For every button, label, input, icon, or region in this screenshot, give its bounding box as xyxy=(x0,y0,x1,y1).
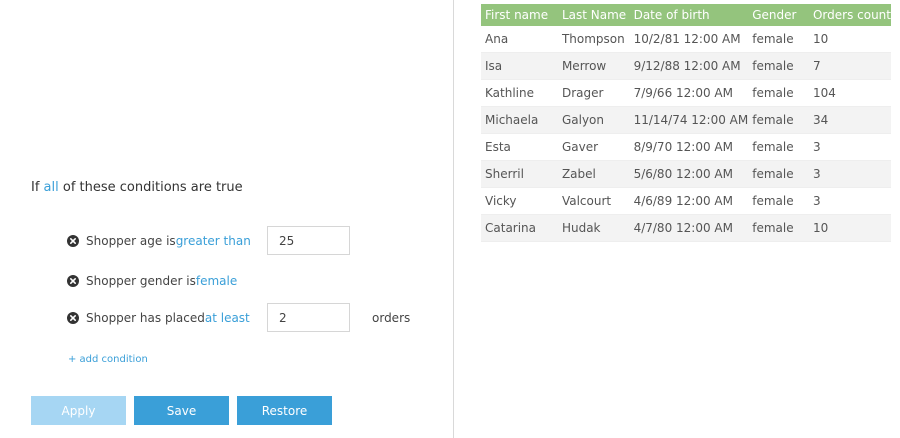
condition-text: Shopper age is xyxy=(86,234,176,248)
cell-date-of-birth: 4/7/80 12:00 AM xyxy=(629,214,749,242)
cell-first-name: Isa xyxy=(481,52,558,80)
conditions-header-prefix: If xyxy=(31,180,44,195)
condition-operator-link[interactable]: greater than xyxy=(176,234,251,248)
cell-date-of-birth: 4/6/89 12:00 AM xyxy=(629,187,749,215)
cell-orders-count: 7 xyxy=(808,52,891,80)
cell-gender: female xyxy=(748,52,809,80)
cell-first-name: Michaela xyxy=(481,106,558,134)
add-condition-link[interactable]: + add condition xyxy=(68,354,148,365)
cell-last-name: Drager xyxy=(557,79,630,107)
cell-last-name: Zabel xyxy=(557,160,630,188)
gender-value-link[interactable]: female xyxy=(196,274,237,288)
table-row[interactable]: Esta Gaver 8/9/70 12:00 AM female 3 xyxy=(481,133,891,161)
cell-orders-count: 10 xyxy=(808,26,891,53)
cell-orders-count: 3 xyxy=(808,187,891,215)
save-button[interactable]: Save xyxy=(134,396,229,425)
table-row[interactable]: Vicky Valcourt 4/6/89 12:00 AM female 3 xyxy=(481,187,891,215)
remove-condition-icon[interactable] xyxy=(67,312,79,324)
cell-last-name: Thompson xyxy=(557,26,630,53)
cell-gender: female xyxy=(748,26,809,53)
condition-text: Shopper has placed xyxy=(86,311,205,325)
remove-condition-icon[interactable] xyxy=(67,275,79,287)
table-row[interactable]: Sherril Zabel 5/6/80 12:00 AM female 3 xyxy=(481,160,891,188)
table-row[interactable]: Michaela Galyon 11/14/74 12:00 AM female… xyxy=(481,106,891,134)
condition-row-gender: Shopper gender is female xyxy=(67,271,237,291)
remove-condition-icon[interactable] xyxy=(67,235,79,247)
cell-gender: female xyxy=(748,187,809,215)
cell-orders-count: 34 xyxy=(808,106,891,134)
column-header-orders-count[interactable]: Orders count xyxy=(808,4,891,26)
cell-gender: female xyxy=(748,133,809,161)
cell-last-name: Gaver xyxy=(557,133,630,161)
restore-button[interactable]: Restore xyxy=(237,396,332,425)
cell-first-name: Kathline xyxy=(481,79,558,107)
cell-date-of-birth: 9/12/88 12:00 AM xyxy=(629,52,749,80)
cell-gender: female xyxy=(748,79,809,107)
cell-gender: female xyxy=(748,106,809,134)
cell-last-name: Galyon xyxy=(557,106,630,134)
column-header-gender[interactable]: Gender xyxy=(748,4,809,26)
cell-date-of-birth: 11/14/74 12:00 AM xyxy=(629,106,749,134)
cell-first-name: Sherril xyxy=(481,160,558,188)
condition-text: Shopper gender is xyxy=(86,274,196,288)
cell-date-of-birth: 8/9/70 12:00 AM xyxy=(629,133,749,161)
cell-date-of-birth: 5/6/80 12:00 AM xyxy=(629,160,749,188)
cell-date-of-birth: 7/9/66 12:00 AM xyxy=(629,79,749,107)
cell-orders-count: 104 xyxy=(808,79,891,107)
shoppers-table: First name Last Name Date of birth Gende… xyxy=(481,4,891,242)
table-row[interactable]: Ana Thompson 10/2/81 12:00 AM female 10 xyxy=(481,26,891,53)
column-header-last-name[interactable]: Last Name xyxy=(557,4,630,26)
cell-first-name: Ana xyxy=(481,26,558,53)
table-row[interactable]: Kathline Drager 7/9/66 12:00 AM female 1… xyxy=(481,79,891,107)
condition-row-age: Shopper age is greater than xyxy=(67,231,251,251)
cell-first-name: Catarina xyxy=(481,214,558,242)
cell-orders-count: 10 xyxy=(808,214,891,242)
cell-last-name: Hudak xyxy=(557,214,630,242)
conditions-header: If all of these conditions are true xyxy=(31,180,243,195)
cell-last-name: Valcourt xyxy=(557,187,630,215)
cell-last-name: Merrow xyxy=(557,52,630,80)
cell-orders-count: 3 xyxy=(808,133,891,161)
cell-date-of-birth: 10/2/81 12:00 AM xyxy=(629,26,749,53)
cell-gender: female xyxy=(748,214,809,242)
condition-row-orders: Shopper has placed at least xyxy=(67,308,250,328)
conditions-header-suffix: of these conditions are true xyxy=(58,180,243,195)
cell-orders-count: 3 xyxy=(808,160,891,188)
apply-button[interactable]: Apply xyxy=(31,396,126,425)
table-header-row: First name Last Name Date of birth Gende… xyxy=(481,4,891,26)
column-header-date-of-birth[interactable]: Date of birth xyxy=(629,4,749,26)
cell-first-name: Vicky xyxy=(481,187,558,215)
table-row[interactable]: Catarina Hudak 4/7/80 12:00 AM female 10 xyxy=(481,214,891,242)
column-header-first-name[interactable]: First name xyxy=(481,4,558,26)
cell-first-name: Esta xyxy=(481,133,558,161)
orders-value-input[interactable] xyxy=(267,303,350,332)
age-value-input[interactable] xyxy=(267,226,350,255)
orders-suffix-label: orders xyxy=(372,311,411,325)
table-row[interactable]: Isa Merrow 9/12/88 12:00 AM female 7 xyxy=(481,52,891,80)
condition-operator-link[interactable]: at least xyxy=(205,311,250,325)
cell-gender: female xyxy=(748,160,809,188)
quantifier-link[interactable]: all xyxy=(44,180,59,195)
panel-divider xyxy=(453,0,454,438)
